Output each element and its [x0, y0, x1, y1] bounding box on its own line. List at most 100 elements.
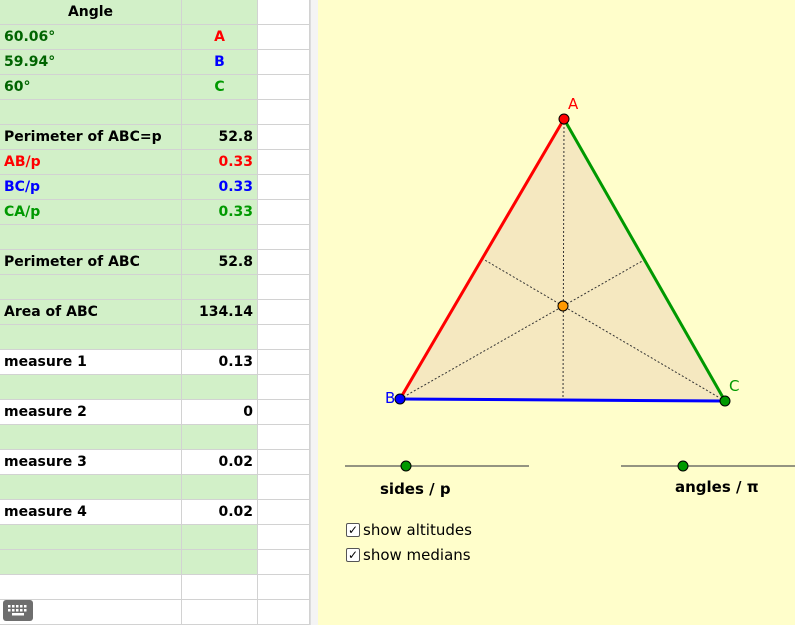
spreadsheet-row: [0, 425, 310, 450]
cell-value[interactable]: [182, 575, 258, 600]
cell-label[interactable]: measure 3: [0, 450, 182, 475]
show-medians-checkbox[interactable]: ✓ show medians: [346, 546, 471, 564]
slider-sides-handle[interactable]: [400, 460, 412, 472]
vertex-a[interactable]: [558, 113, 570, 125]
cell-label[interactable]: [0, 525, 182, 550]
cell-empty[interactable]: [258, 275, 310, 300]
spreadsheet-row: Perimeter of ABC 52.8: [0, 250, 310, 275]
show-altitudes-label: show altitudes: [363, 521, 472, 539]
cell-label[interactable]: Perimeter of ABC=p: [0, 125, 182, 150]
cell-empty[interactable]: [258, 75, 310, 100]
cell-label[interactable]: [0, 375, 182, 400]
cell-value[interactable]: [182, 475, 258, 500]
cell-label[interactable]: 59.94°: [0, 50, 182, 75]
check-icon[interactable]: ✓: [346, 523, 360, 537]
cell-label[interactable]: [0, 550, 182, 575]
cell-empty[interactable]: [258, 550, 310, 575]
cell-value[interactable]: 0.02: [182, 450, 258, 475]
slider-angles-handle[interactable]: [677, 460, 689, 472]
cell-empty[interactable]: [258, 0, 310, 25]
cell-empty[interactable]: [258, 25, 310, 50]
cell-label[interactable]: [0, 225, 182, 250]
cell-label[interactable]: BC/p: [0, 175, 182, 200]
spreadsheet-row: measure 4 0.02: [0, 500, 310, 525]
cell-value[interactable]: [182, 325, 258, 350]
show-altitudes-checkbox[interactable]: ✓ show altitudes: [346, 521, 472, 539]
cell-label[interactable]: Angle: [0, 0, 182, 25]
cell-empty[interactable]: [258, 375, 310, 400]
spreadsheet-row: Perimeter of ABC=p 52.8: [0, 125, 310, 150]
cell-empty[interactable]: [258, 250, 310, 275]
cell-value[interactable]: [182, 600, 258, 625]
cell-value[interactable]: [182, 425, 258, 450]
cell-empty[interactable]: [258, 525, 310, 550]
cell-value[interactable]: A: [182, 25, 258, 50]
cell-value[interactable]: [182, 225, 258, 250]
spreadsheet-row: CA/p 0.33: [0, 200, 310, 225]
vertex-label-b: B: [385, 389, 395, 407]
cell-empty[interactable]: [258, 600, 310, 625]
cell-value[interactable]: C: [182, 75, 258, 100]
cell-label[interactable]: Area of ABC: [0, 300, 182, 325]
spreadsheet-row: [0, 600, 310, 625]
cell-label[interactable]: [0, 575, 182, 600]
keyboard-icon[interactable]: [3, 600, 33, 621]
cell-label[interactable]: 60°: [0, 75, 182, 100]
cell-empty[interactable]: [258, 225, 310, 250]
cell-empty[interactable]: [258, 325, 310, 350]
cell-empty[interactable]: [258, 450, 310, 475]
spreadsheet-row: 59.94° B: [0, 50, 310, 75]
cell-empty[interactable]: [258, 50, 310, 75]
cell-value[interactable]: B: [182, 50, 258, 75]
cell-label[interactable]: CA/p: [0, 200, 182, 225]
cell-label[interactable]: [0, 475, 182, 500]
cell-empty[interactable]: [258, 575, 310, 600]
centroid-point[interactable]: [557, 300, 569, 312]
cell-value[interactable]: [182, 0, 258, 25]
spreadsheet-row: [0, 550, 310, 575]
cell-label[interactable]: measure 4: [0, 500, 182, 525]
spreadsheet-row: 60° C: [0, 75, 310, 100]
cell-value[interactable]: 52.8: [182, 125, 258, 150]
vertex-label-c: C: [729, 377, 739, 395]
cell-value[interactable]: [182, 275, 258, 300]
side-bc[interactable]: [399, 397, 726, 403]
cell-empty[interactable]: [258, 500, 310, 525]
cell-value[interactable]: 0: [182, 400, 258, 425]
cell-empty[interactable]: [258, 125, 310, 150]
cell-empty[interactable]: [258, 425, 310, 450]
cell-label[interactable]: Perimeter of ABC: [0, 250, 182, 275]
vertex-b[interactable]: [394, 393, 406, 405]
cell-empty[interactable]: [258, 175, 310, 200]
cell-empty[interactable]: [258, 400, 310, 425]
cell-value[interactable]: 0.33: [182, 200, 258, 225]
panel-divider[interactable]: [310, 0, 318, 625]
cell-label[interactable]: AB/p: [0, 150, 182, 175]
cell-value[interactable]: [182, 525, 258, 550]
cell-empty[interactable]: [258, 475, 310, 500]
slider-sides-label: sides / p: [380, 480, 451, 498]
cell-value[interactable]: 134.14: [182, 300, 258, 325]
cell-label[interactable]: measure 2: [0, 400, 182, 425]
cell-value[interactable]: [182, 100, 258, 125]
cell-value[interactable]: 0.33: [182, 150, 258, 175]
cell-value[interactable]: 0.13: [182, 350, 258, 375]
cell-label[interactable]: [0, 425, 182, 450]
cell-value[interactable]: 0.02: [182, 500, 258, 525]
cell-value[interactable]: 0.33: [182, 175, 258, 200]
cell-empty[interactable]: [258, 150, 310, 175]
cell-value[interactable]: [182, 375, 258, 400]
cell-value[interactable]: [182, 550, 258, 575]
cell-empty[interactable]: [258, 350, 310, 375]
vertex-c[interactable]: [719, 395, 731, 407]
cell-empty[interactable]: [258, 200, 310, 225]
cell-value[interactable]: 52.8: [182, 250, 258, 275]
cell-empty[interactable]: [258, 300, 310, 325]
cell-label[interactable]: [0, 325, 182, 350]
cell-label[interactable]: [0, 275, 182, 300]
cell-empty[interactable]: [258, 100, 310, 125]
check-icon[interactable]: ✓: [346, 548, 360, 562]
cell-label[interactable]: 60.06°: [0, 25, 182, 50]
cell-label[interactable]: measure 1: [0, 350, 182, 375]
cell-label[interactable]: [0, 100, 182, 125]
